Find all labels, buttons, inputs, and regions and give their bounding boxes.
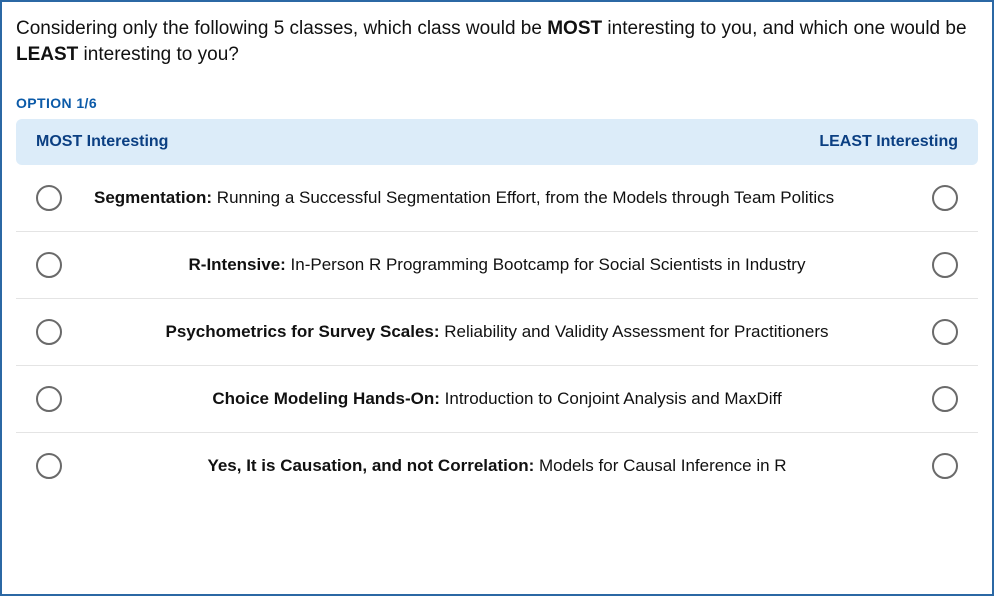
option-bold: Yes, It is Causation, and not Correlatio… [207, 456, 534, 475]
least-radio[interactable] [932, 252, 958, 278]
least-radio[interactable] [932, 185, 958, 211]
option-label: Choice Modeling Hands-On: Introduction t… [62, 388, 932, 411]
question-prefix: Considering only the following 5 classes… [16, 18, 547, 39]
option-label: Psychometrics for Survey Scales: Reliabi… [62, 321, 932, 344]
option-row: Segmentation: Running a Successful Segme… [16, 165, 978, 232]
option-bold: Choice Modeling Hands-On: [212, 389, 440, 408]
most-radio[interactable] [36, 319, 62, 345]
most-radio[interactable] [36, 252, 62, 278]
option-label: Segmentation: Running a Successful Segme… [62, 187, 932, 210]
question-suffix: interesting to you? [78, 44, 239, 65]
most-radio[interactable] [36, 185, 62, 211]
header-most: MOST Interesting [36, 133, 168, 151]
least-radio[interactable] [932, 386, 958, 412]
option-bold: R-Intensive: [189, 255, 286, 274]
column-header-bar: MOST Interesting LEAST Interesting [16, 119, 978, 165]
option-rest: Introduction to Conjoint Analysis and Ma… [440, 389, 782, 408]
option-row: R-Intensive: In-Person R Programming Boo… [16, 232, 978, 299]
option-label: Yes, It is Causation, and not Correlatio… [62, 455, 932, 478]
option-bold: Segmentation: [94, 188, 212, 207]
least-radio[interactable] [932, 319, 958, 345]
option-rest: Models for Causal Inference in R [534, 456, 786, 475]
survey-panel: Considering only the following 5 classes… [0, 0, 994, 596]
least-radio[interactable] [932, 453, 958, 479]
most-radio[interactable] [36, 386, 62, 412]
header-least: LEAST Interesting [819, 133, 958, 151]
option-rest: Running a Successful Segmentation Effort… [212, 188, 834, 207]
option-bold: Psychometrics for Survey Scales: [166, 322, 440, 341]
option-counter: OPTION 1/6 [16, 95, 978, 111]
most-radio[interactable] [36, 453, 62, 479]
option-row: Choice Modeling Hands-On: Introduction t… [16, 366, 978, 433]
option-row: Psychometrics for Survey Scales: Reliabi… [16, 299, 978, 366]
question-most: MOST [547, 18, 602, 39]
option-label: R-Intensive: In-Person R Programming Boo… [62, 254, 932, 277]
option-rest: In-Person R Programming Bootcamp for Soc… [286, 255, 806, 274]
option-rest: Reliability and Validity Assessment for … [440, 322, 829, 341]
question-least: LEAST [16, 44, 78, 65]
question-text: Considering only the following 5 classes… [16, 16, 978, 67]
option-row: Yes, It is Causation, and not Correlatio… [16, 433, 978, 499]
question-mid: interesting to you, and which one would … [602, 18, 966, 39]
